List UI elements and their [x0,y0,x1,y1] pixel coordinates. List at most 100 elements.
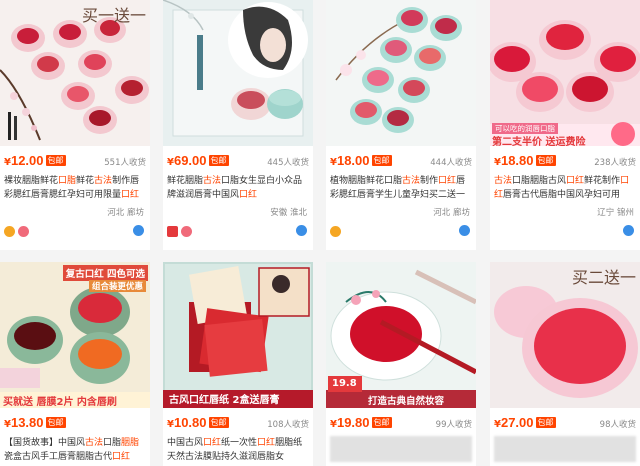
price: 69.00 [173,153,207,168]
free-shipping-badge: 包邮 [371,155,392,166]
title-keyword-highlight: 古法 [203,176,222,186]
price: 18.80 [500,153,534,168]
title-keyword-highlight: 口红 [566,176,585,186]
title-text: 口脂 [103,438,122,448]
promo-overlay-bottom: 买就送 唇膜2片 内含唇刷 [3,397,117,408]
title-text: 植物胭脂鲜花口脂 [330,176,403,186]
promo-overlay-text-2: 组合装更优惠 [88,280,146,292]
price: 19.80 [336,415,370,430]
product-image[interactable]: 古风口红唇纸 2盒送唇膏 [163,262,313,408]
currency-symbol: ¥ [167,419,174,430]
sales-count: 238人收货 [594,158,636,168]
title-text: 鲜花 [76,176,95,186]
heart-icon [181,226,192,237]
title-text: 裸妆胭脂鲜花 [4,176,59,186]
title-text: 鲜花制作 [584,176,621,186]
title-text: 中国古风 [167,438,204,448]
title-text: 【国货故事】中国风 [4,438,86,448]
promo-overlay-bottom: 古风口红唇纸 2盒送唇膏 [169,395,280,406]
seller-badges [330,226,344,240]
product-image[interactable]: 买二送一 [490,262,640,408]
price: 13.80 [10,415,44,430]
seller-location: 河北 廊坊 [107,208,144,218]
product-card[interactable]: ¥18.00 包邮 444人收货 植物胭脂鲜花口脂古法制作口红唇彩腮红唇膏学生儿童… [326,0,476,250]
product-card[interactable]: 买一送一 ¥12.00 包邮 551人收货 裸妆胭脂鲜花口脂鲜花古法制作唇彩腮红唇… [0,0,150,250]
chat-icon[interactable] [133,225,144,236]
price-row: ¥19.80 包邮 99人收货 [330,415,472,431]
price-row: ¥18.00 包邮 444人收货 [330,153,472,169]
gold-seller-icon [330,226,341,237]
title-text: 瓷盒古风手工唇膏胭脂古代 [4,452,113,462]
title-text: 纸一次性 [221,438,258,448]
product-image[interactable] [326,0,476,146]
currency-symbol: ¥ [4,157,11,168]
product-card[interactable]: 19.8 打造古典自然妆容 ¥19.80 包邮 99人收货 [326,262,476,466]
chat-icon[interactable] [296,225,307,236]
currency-symbol: ¥ [330,419,337,430]
product-image[interactable]: 19.8 打造古典自然妆容 [326,262,476,408]
sales-count: 445人收货 [267,158,309,168]
promo-overlay-text: 复古口红 四色可选 [62,265,148,281]
gold-seller-icon [4,226,15,237]
free-shipping-badge: 包邮 [208,155,229,166]
currency-symbol: ¥ [494,419,501,430]
price: 12.00 [10,153,44,168]
product-grid: 买一送一 ¥12.00 包邮 551人收货 裸妆胭脂鲜花口脂鲜花古法制作唇彩腮红唇… [0,0,640,466]
sales-count: 99人收货 [435,420,472,430]
currency-symbol: ¥ [494,157,501,168]
price: 18.00 [336,153,370,168]
title-keyword-highlight: 口红 [257,438,276,448]
free-shipping-badge: 包邮 [535,155,556,166]
title-keyword-highlight: 口红 [112,452,131,462]
title-blur [494,436,636,462]
title-keyword-highlight: 古法 [402,176,421,186]
seller-location: 河北 廊坊 [433,208,470,218]
product-card[interactable]: 复古口红 四色可选 组合装更优惠 买就送 唇膜2片 内含唇刷 ¥13.80 包邮 … [0,262,150,466]
free-shipping-badge: 包邮 [535,417,556,428]
price: 27.00 [500,415,534,430]
title-text: 鲜花胭脂 [167,176,204,186]
heart-icon [18,226,29,237]
price-row: ¥27.00 包邮 98人收货 [494,415,636,431]
product-title[interactable]: 古法口脂胭脂古风口红鲜花制作口红唇膏古代唇脂中国风孕妇可用 [494,174,638,202]
price-row: ¥12.00 包邮 551人收货 [4,153,146,169]
currency-symbol: ¥ [330,157,337,168]
promo-overlay-text: 第二支半价 送运费险 [492,137,586,146]
title-keyword-highlight: 口脂 [58,176,77,186]
product-title[interactable]: 【国货故事】中国风古法口脂胭脂瓷盒古风手工唇膏胭脂古代口红 [4,436,148,464]
free-shipping-badge: 包邮 [45,155,66,166]
product-image[interactable] [163,0,313,146]
title-keyword-highlight: 古法 [85,438,104,448]
promo-overlay-text: 买一送一 [81,6,146,25]
sales-count: 98人收货 [599,420,636,430]
price-row: ¥10.80 包邮 108人收货 [167,415,309,431]
title-keyword-highlight: 口红 [438,176,457,186]
product-title[interactable]: 裸妆胭脂鲜花口脂鲜花古法制作唇彩腮红唇膏腮红孕妇可用限量口红包邮 [4,174,148,202]
free-shipping-badge: 包邮 [45,417,66,428]
product-title[interactable]: 鲜花胭脂古法口脂女生显白小众品牌滋润唇膏中国风口红 [167,174,311,202]
chat-icon[interactable] [459,225,470,236]
seller-badges [167,226,195,240]
product-image[interactable]: 复古口红 四色可选 组合装更优惠 买就送 唇膜2片 内含唇刷 [0,262,150,408]
product-card[interactable]: 买二送一 ¥27.00 包邮 98人收货 [490,262,640,466]
sales-count: 108人收货 [267,420,309,430]
chat-icon[interactable] [623,225,634,236]
price-row: ¥13.80 包邮 [4,415,146,431]
product-card[interactable]: ¥69.00 包邮 445人收货 鲜花胭脂古法口脂女生显白小众品牌滋润唇膏中国风口… [163,0,313,250]
title-keyword-highlight: 古法 [94,176,113,186]
product-card[interactable]: 可以吃的润唇口脂 第二支半价 送运费险 ¥18.80 包邮 238人收货 古法口脂… [490,0,640,250]
currency-symbol: ¥ [4,419,11,430]
seller-location: 辽宁 锦州 [597,208,634,218]
product-image[interactable]: 买一送一 [0,0,150,146]
title-keyword-highlight: 胭脂 [121,438,140,448]
price-row: ¥69.00 包邮 445人收货 [167,153,309,169]
product-title[interactable]: 中国古风口红纸一次性口红胭脂纸天然古法膜贴持久滋润唇脂女 [167,436,311,464]
product-card[interactable]: 古风口红唇纸 2盒送唇膏 ¥10.80 包邮 108人收货 中国古风口红纸一次性口… [163,262,313,466]
free-shipping-badge: 包邮 [208,417,229,428]
seller-badges [4,226,32,240]
product-image[interactable]: 可以吃的润唇口脂 第二支半价 送运费险 [490,0,640,146]
price: 10.80 [173,415,207,430]
tmall-icon [167,226,178,237]
product-title[interactable]: 植物胭脂鲜花口脂古法制作口红唇彩腮红唇膏学生儿童孕妇买二送一 [330,174,474,202]
seller-location: 安徽 淮北 [270,208,307,218]
